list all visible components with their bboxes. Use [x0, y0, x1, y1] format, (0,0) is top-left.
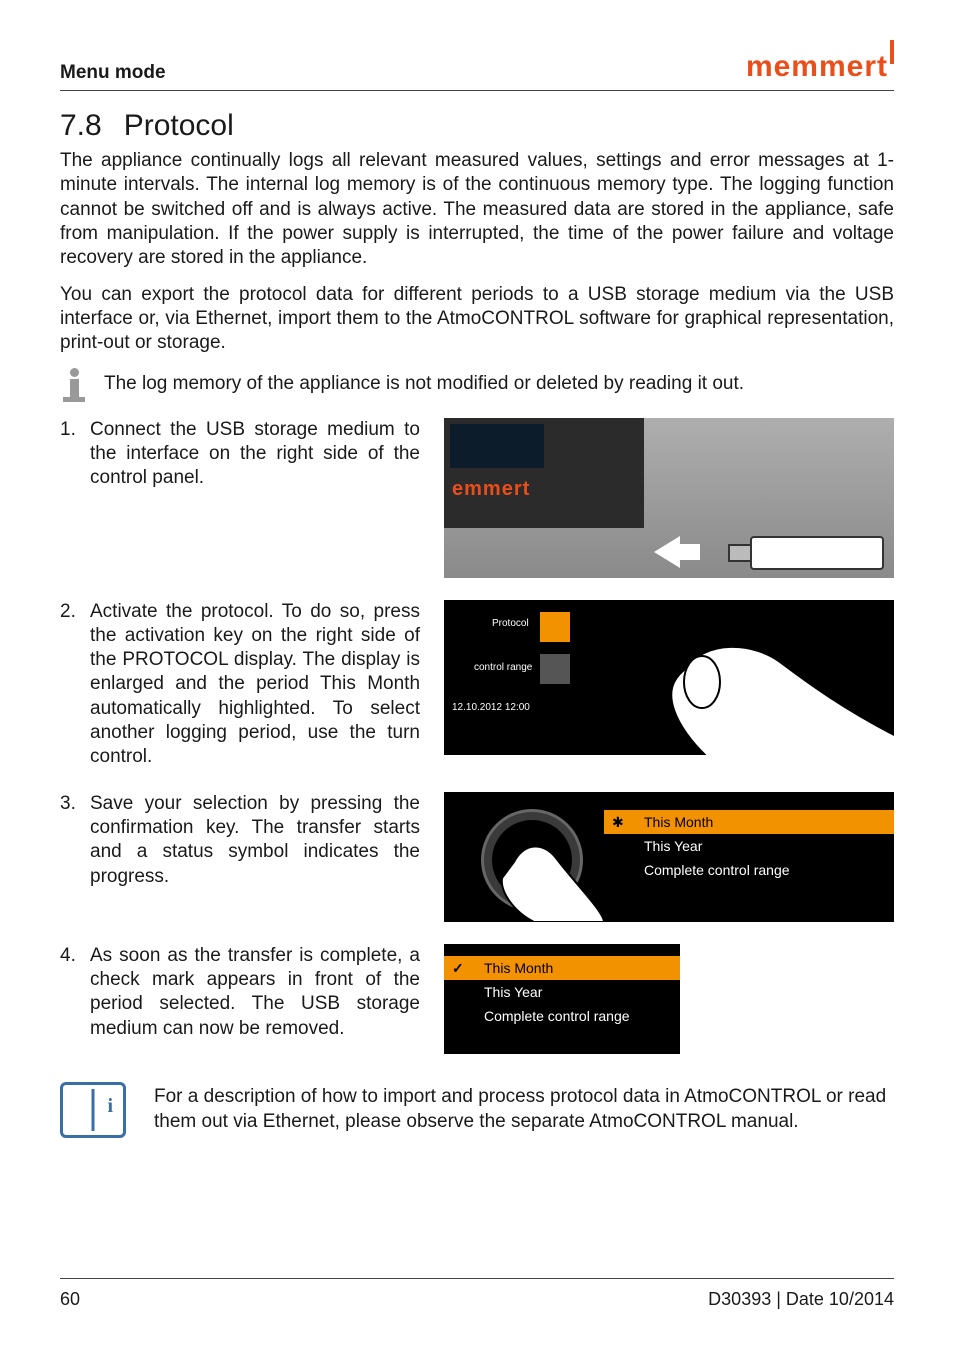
hand-pointer-icon [644, 630, 894, 755]
usb-stick-icon [750, 536, 884, 570]
header-section-title: Menu mode [60, 62, 166, 84]
arrow-left-icon [654, 536, 680, 568]
intro-paragraph-2: You can export the protocol data for dif… [60, 283, 894, 356]
menu-item-this-year[interactable]: This Year [604, 834, 894, 858]
ill2-highlight-icon [540, 612, 570, 642]
section-title: Protocol [124, 109, 234, 142]
step-1-number: 1. [60, 418, 90, 491]
step-2-number: 2. [60, 600, 90, 770]
period-menu-transferring: This Month This Year Complete control ra… [604, 792, 894, 922]
ill2-lock-icon [540, 654, 570, 684]
page: Menu mode memmert 7.8 Protocol The applia… [0, 0, 954, 1354]
menu-item-complete-range[interactable]: Complete control range [604, 858, 894, 882]
step-1-illustration: emmert [444, 418, 894, 578]
menu-item-this-month[interactable]: This Month [604, 810, 894, 834]
manual-reference-note: i For a description of how to import and… [60, 1082, 894, 1138]
period-menu-done: This Month This Year Complete control ra… [444, 944, 680, 1054]
info-text: The log memory of the appliance is not m… [104, 372, 744, 397]
step-3: 3. Save your selection by pressing the c… [60, 792, 894, 922]
menu-item-done-this-year[interactable]: This Year [444, 980, 680, 1004]
section-heading: 7.8 Protocol [60, 109, 894, 143]
info-icon [60, 368, 88, 402]
step-1-text: Connect the USB storage medium to the in… [90, 418, 420, 491]
page-number: 60 [60, 1289, 80, 1310]
ill2-label-protocol: Protocol [492, 618, 529, 629]
brand-mark-icon [890, 40, 894, 64]
document-id: D30393 | Date 10/2014 [708, 1289, 894, 1310]
step-2-illustration: Protocol control range 12.10.2012 12:00 [444, 600, 894, 755]
step-2-text: Activate the protocol. To do so, press t… [90, 600, 420, 770]
step-3-text: Save your selection by pressing the conf… [90, 792, 420, 889]
intro-paragraph-1: The appliance continually logs all relev… [60, 149, 894, 271]
step-1: 1. Connect the USB storage medium to the… [60, 418, 894, 578]
menu-item-done-complete-range[interactable]: Complete control range [444, 1004, 680, 1028]
step-2: 2. Activate the protocol. To do so, pres… [60, 600, 894, 770]
page-footer: 60 D30393 | Date 10/2014 [60, 1278, 894, 1310]
brand-text: memmert [746, 50, 888, 83]
ill2-label-timestamp: 12.10.2012 12:00 [452, 702, 530, 713]
hand-press-icon [444, 792, 604, 922]
menu-item-done-this-month[interactable]: This Month [444, 956, 680, 980]
step-4-number: 4. [60, 944, 90, 1041]
turn-control-icon [444, 792, 604, 922]
device-brand-text: emmert [452, 478, 530, 501]
steps-list: 1. Connect the USB storage medium to the… [60, 418, 894, 1054]
step-4: 4. As soon as the transfer is complete, … [60, 944, 894, 1054]
page-header: Menu mode memmert [60, 50, 894, 91]
brand-logo: memmert [746, 50, 894, 84]
section-number: 7.8 [60, 109, 102, 142]
info-note: The log memory of the appliance is not m… [60, 368, 894, 402]
manual-reference-text: For a description of how to import and p… [154, 1085, 894, 1134]
manual-book-icon: i [60, 1082, 126, 1138]
ill2-label-control-range: control range [474, 662, 532, 673]
step-4-text: As soon as the transfer is complete, a c… [90, 944, 420, 1041]
step-3-illustration: This Month This Year Complete control ra… [444, 792, 894, 922]
step-4-illustration: This Month This Year Complete control ra… [444, 944, 894, 1054]
step-3-number: 3. [60, 792, 90, 889]
